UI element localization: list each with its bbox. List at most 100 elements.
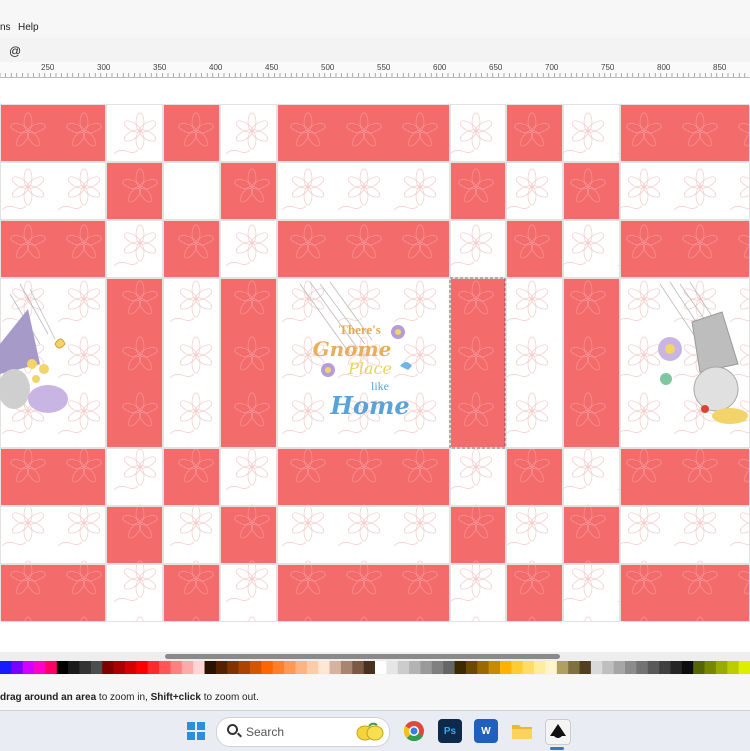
color-swatch[interactable] — [318, 661, 330, 674]
color-swatch[interactable] — [522, 661, 535, 674]
color-swatch[interactable] — [227, 661, 239, 674]
search-box[interactable]: Search — [216, 717, 390, 747]
status-text-mid: to zoom in, — [96, 692, 151, 703]
search-placeholder: Search — [246, 725, 285, 739]
color-swatch[interactable] — [215, 661, 228, 674]
menu-item-help[interactable]: Help — [18, 22, 39, 33]
quilt-pattern-overlay — [278, 163, 449, 219]
color-swatch[interactable] — [79, 661, 92, 674]
color-swatch[interactable] — [34, 661, 46, 674]
lemons-widget-icon[interactable] — [355, 721, 385, 743]
quilt-pattern-overlay — [1, 221, 105, 277]
photoshop-icon[interactable]: Ps — [438, 719, 462, 743]
color-swatch[interactable] — [420, 661, 433, 674]
color-swatch[interactable] — [465, 661, 478, 674]
color-swatch[interactable] — [556, 661, 569, 674]
word-icon[interactable]: W — [474, 719, 498, 743]
color-swatch[interactable] — [136, 661, 149, 674]
color-swatch[interactable] — [0, 661, 12, 674]
color-swatch[interactable] — [90, 661, 103, 674]
color-swatch[interactable] — [602, 661, 614, 674]
color-swatch[interactable] — [193, 661, 205, 674]
quilt-pattern-overlay — [507, 221, 562, 277]
color-swatch[interactable] — [636, 661, 649, 674]
color-swatch[interactable] — [125, 661, 137, 674]
color-swatch[interactable] — [704, 661, 717, 674]
color-swatch[interactable] — [386, 661, 399, 674]
color-swatch[interactable] — [693, 661, 705, 674]
chrome-icon[interactable] — [402, 719, 426, 743]
scrollbar-thumb[interactable] — [165, 654, 560, 659]
color-swatch[interactable] — [352, 661, 364, 674]
color-swatch[interactable] — [250, 661, 262, 674]
color-swatch[interactable] — [204, 661, 217, 674]
zoom-tool-icon[interactable]: @ — [9, 44, 21, 58]
color-swatch[interactable] — [681, 661, 694, 674]
color-swatch[interactable] — [375, 661, 387, 674]
horizontal-ruler: 250 300 350 400 450 500 550 600 650 700 … — [0, 62, 750, 78]
quilt-pattern-overlay — [107, 449, 162, 505]
color-swatch[interactable] — [261, 661, 274, 674]
menu-item-extensions[interactable]: ns — [0, 22, 11, 33]
color-swatch[interactable] — [568, 661, 580, 674]
color-swatch[interactable] — [670, 661, 683, 674]
drawing-canvas[interactable]: There's Gnome Place like Home — [0, 78, 750, 652]
quilt-pattern-overlay — [564, 105, 619, 161]
color-swatch[interactable] — [579, 661, 592, 674]
color-swatch[interactable] — [22, 661, 35, 674]
color-swatch[interactable] — [284, 661, 296, 674]
color-swatch[interactable] — [545, 661, 558, 674]
quilt-pattern-overlay — [564, 507, 619, 563]
color-swatch[interactable] — [181, 661, 194, 674]
color-swatch[interactable] — [738, 661, 750, 674]
color-swatch[interactable] — [113, 661, 126, 674]
color-swatch[interactable] — [363, 661, 376, 674]
file-explorer-icon[interactable] — [510, 719, 534, 743]
color-swatch[interactable] — [625, 661, 637, 674]
quilt-pattern-overlay — [451, 163, 505, 219]
color-swatch[interactable] — [272, 661, 285, 674]
quilt-pattern-overlay — [507, 565, 562, 621]
menu-bar: ns Help @ — [0, 0, 750, 58]
color-swatch[interactable] — [170, 661, 183, 674]
color-swatch[interactable] — [715, 661, 728, 674]
color-swatch[interactable] — [727, 661, 739, 674]
color-swatch[interactable] — [590, 661, 603, 674]
start-button-icon[interactable] — [184, 719, 208, 743]
color-swatch[interactable] — [159, 661, 171, 674]
color-swatch[interactable] — [238, 661, 251, 674]
color-swatch[interactable] — [397, 661, 410, 674]
color-swatch[interactable] — [659, 661, 671, 674]
color-swatch[interactable] — [295, 661, 308, 674]
quilt-pattern-overlay — [221, 565, 276, 621]
quilt-pattern-overlay — [107, 221, 162, 277]
color-swatch[interactable] — [454, 661, 467, 674]
color-swatch[interactable] — [431, 661, 444, 674]
color-swatch[interactable] — [147, 661, 160, 674]
color-swatch[interactable] — [340, 661, 353, 674]
color-swatch[interactable] — [409, 661, 421, 674]
color-swatch[interactable] — [45, 661, 58, 674]
color-swatch[interactable] — [647, 661, 660, 674]
color-swatch[interactable] — [500, 661, 512, 674]
color-swatch[interactable] — [477, 661, 489, 674]
inkscape-icon[interactable] — [545, 719, 571, 745]
quilt-pattern-overlay — [451, 565, 505, 621]
color-palette[interactable] — [0, 661, 750, 674]
color-swatch[interactable] — [511, 661, 524, 674]
quilt-design[interactable]: There's Gnome Place like Home — [0, 104, 750, 622]
color-swatch[interactable] — [11, 661, 24, 674]
color-swatch[interactable] — [613, 661, 626, 674]
quilt-block-white[interactable] — [163, 162, 220, 220]
ruler-ticks — [0, 73, 746, 77]
color-swatch[interactable] — [56, 661, 69, 674]
color-swatch[interactable] — [443, 661, 455, 674]
color-swatch[interactable] — [68, 661, 80, 674]
color-swatch[interactable] — [329, 661, 342, 674]
horizontal-scrollbar[interactable] — [0, 652, 750, 661]
palette-swatches[interactable] — [0, 661, 750, 674]
color-swatch[interactable] — [306, 661, 319, 674]
color-swatch[interactable] — [534, 661, 546, 674]
color-swatch[interactable] — [102, 661, 114, 674]
color-swatch[interactable] — [488, 661, 501, 674]
